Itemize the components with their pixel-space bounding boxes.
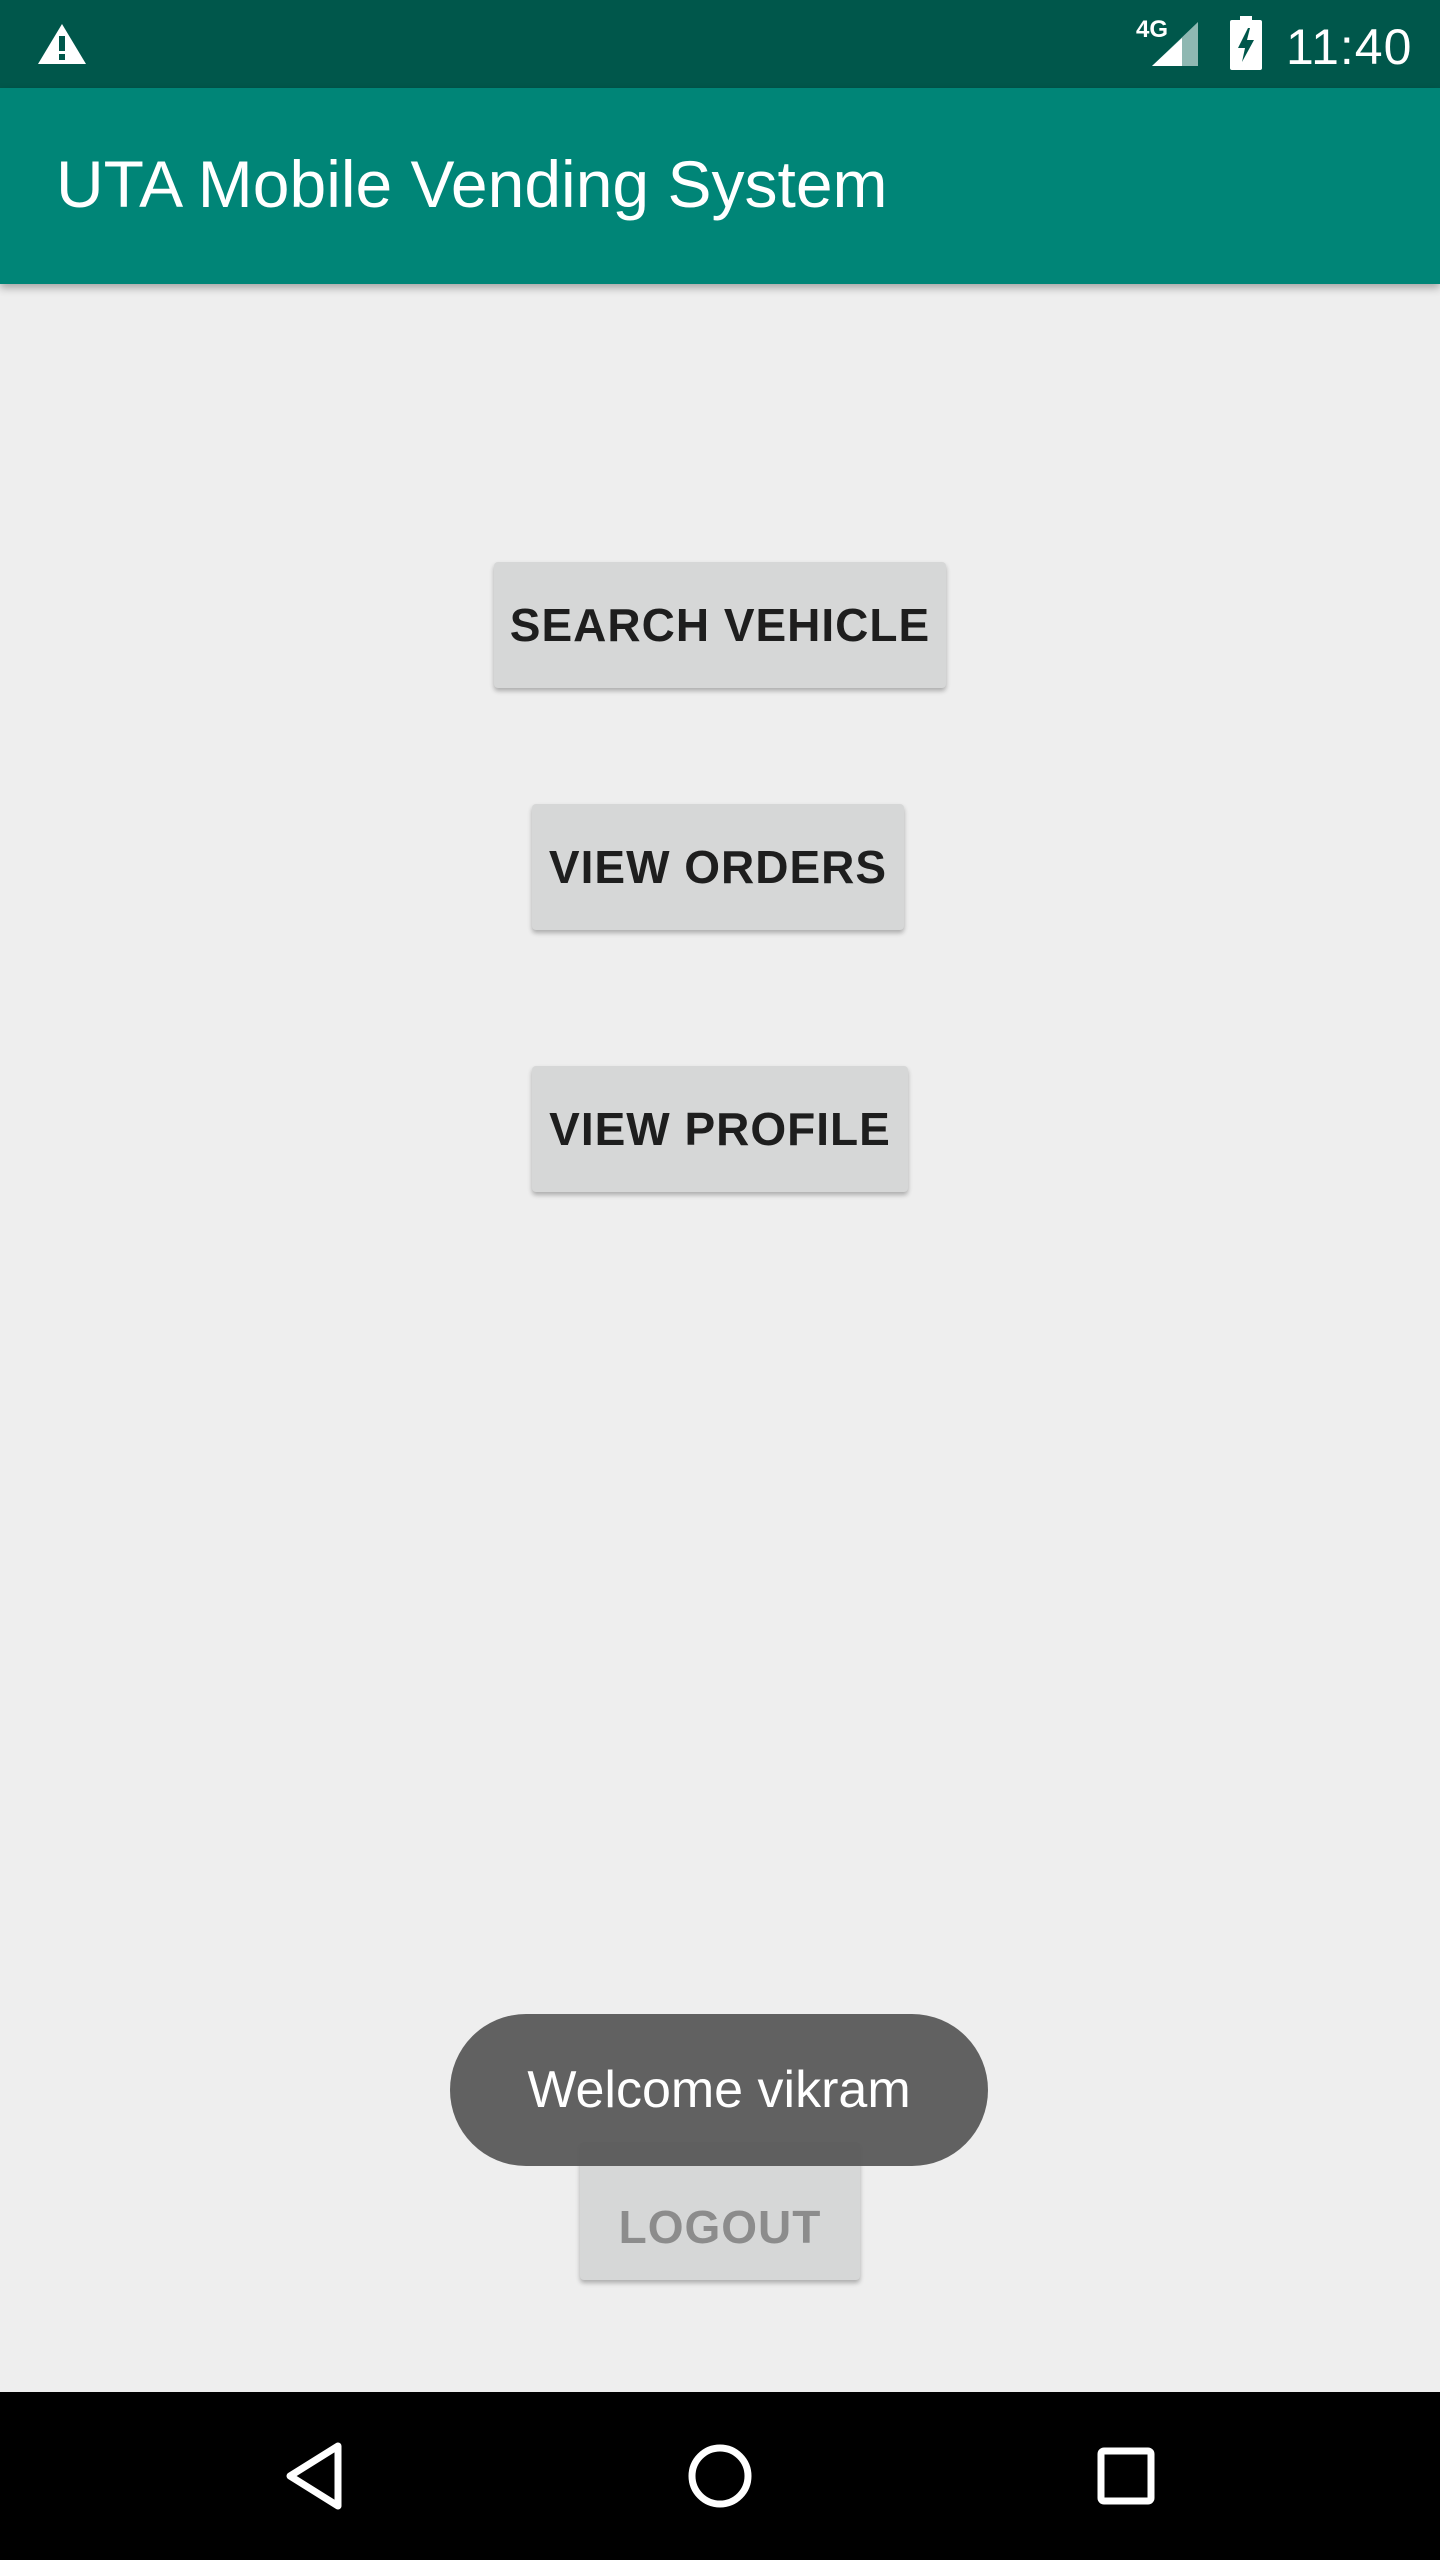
battery-charging-icon [1230, 16, 1262, 70]
welcome-toast: Welcome vikram [450, 2014, 988, 2166]
navigation-bar [0, 2392, 1440, 2560]
recent-apps-button[interactable] [1082, 2432, 1170, 2520]
home-icon [688, 2444, 752, 2508]
back-button[interactable] [270, 2432, 358, 2520]
view-orders-button[interactable]: VIEW ORDERS [532, 804, 904, 930]
app-title: UTA Mobile Vending System [56, 147, 888, 221]
home-button[interactable] [676, 2432, 764, 2520]
search-vehicle-button[interactable]: SEARCH VEHICLE [494, 562, 946, 688]
clock: 11:40 [1286, 19, 1413, 75]
recent-apps-icon [1097, 2447, 1155, 2505]
status-bar: 4G 11:40 [0, 0, 1440, 88]
back-icon [286, 2442, 342, 2510]
view-profile-button[interactable]: VIEW PROFILE [532, 1066, 908, 1192]
warning-icon [38, 24, 86, 64]
signal-icon [1152, 22, 1198, 66]
app-bar: UTA Mobile Vending System [0, 88, 1440, 284]
